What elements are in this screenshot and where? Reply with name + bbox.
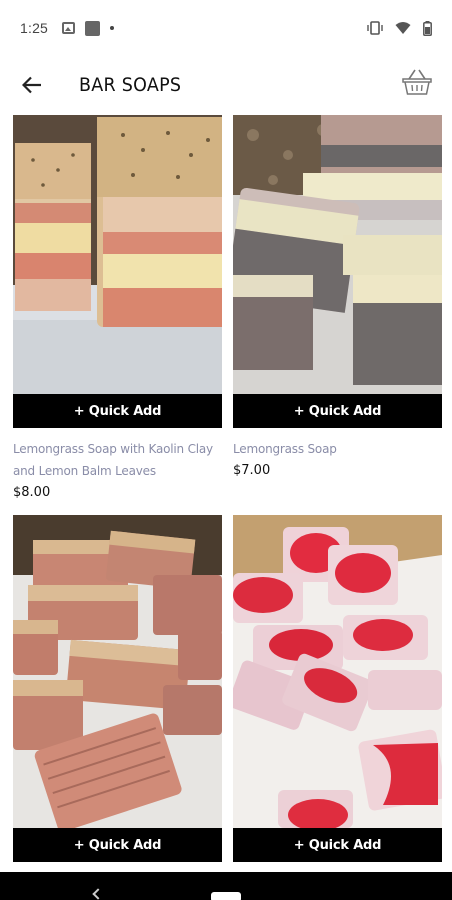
product-card[interactable]: + Quick Add xyxy=(233,515,442,862)
status-bar: 1:25 xyxy=(0,0,452,56)
system-back-icon[interactable] xyxy=(92,888,104,900)
page-title: BAR SOAPS xyxy=(79,74,182,96)
product-price: $7.00 xyxy=(233,463,271,478)
basket-icon xyxy=(402,69,432,95)
cart-button[interactable] xyxy=(402,68,434,100)
product-name[interactable]: Lemongrass Soap with Kaolin Clay and Lem… xyxy=(13,438,222,482)
quick-add-button[interactable]: + Quick Add xyxy=(13,828,222,862)
image-notification-icon xyxy=(62,22,76,34)
quick-add-button[interactable]: + Quick Add xyxy=(13,394,222,428)
quick-add-button[interactable]: + Quick Add xyxy=(233,394,442,428)
app-bar: BAR SOAPS xyxy=(0,56,452,114)
arrow-left-icon xyxy=(22,76,41,94)
quick-add-button[interactable]: + Quick Add xyxy=(233,828,442,862)
more-notifications-icon xyxy=(110,26,115,30)
product-price: $8.00 xyxy=(13,485,51,500)
system-home-icon[interactable] xyxy=(211,892,241,900)
status-time: 1:25 xyxy=(20,20,49,36)
product-image[interactable] xyxy=(13,515,222,828)
wifi-icon xyxy=(395,22,411,34)
back-button[interactable] xyxy=(10,63,54,107)
product-card[interactable]: + Quick Add xyxy=(13,515,222,862)
battery-icon xyxy=(423,20,432,36)
product-card[interactable]: + Quick Add Lemongrass Soap with Kaolin … xyxy=(13,115,222,504)
product-card[interactable]: + Quick Add Lemongrass Soap $7.00 xyxy=(233,115,442,482)
product-image[interactable] xyxy=(13,115,222,394)
product-image[interactable] xyxy=(233,115,442,394)
app-notification-icon xyxy=(85,20,101,36)
product-name[interactable]: Lemongrass Soap xyxy=(233,438,442,460)
vibrate-icon xyxy=(367,21,383,35)
system-navigation-bar xyxy=(0,872,452,900)
product-image[interactable] xyxy=(233,515,442,828)
